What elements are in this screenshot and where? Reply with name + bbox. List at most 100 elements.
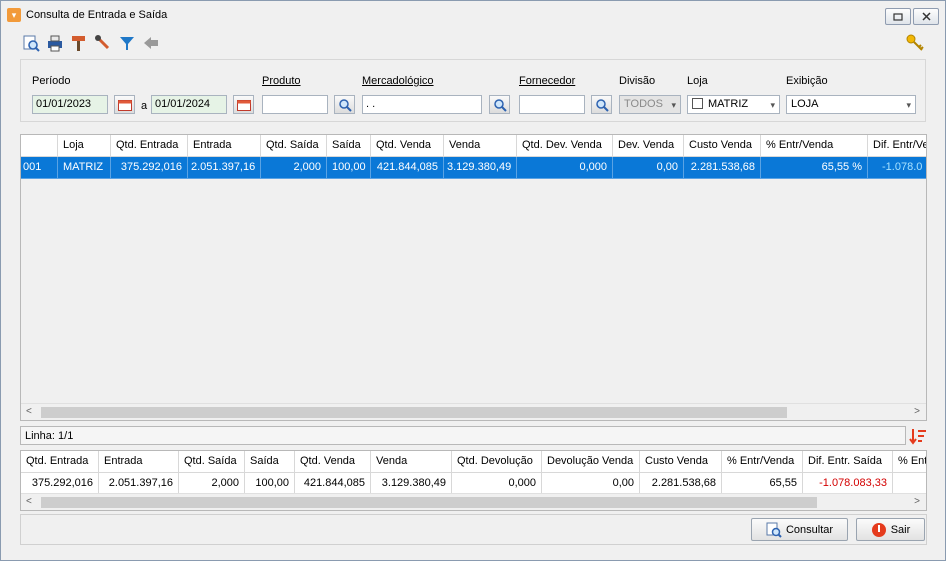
totals-grid: Qtd. Entrada Entrada Qtd. Saída Saída Qt… xyxy=(20,450,927,511)
totals-header-cell: Saída xyxy=(245,451,295,473)
zoom-search-icon[interactable] xyxy=(21,33,41,53)
divisao-value: TODOS xyxy=(624,98,663,110)
print-icon[interactable] xyxy=(45,33,65,53)
totals-cell xyxy=(893,473,926,495)
grid-cell: 3.129.380,49 xyxy=(444,157,517,179)
back-arrow-icon[interactable] xyxy=(141,33,161,53)
grid-cell: 001 xyxy=(21,157,58,179)
totals-horizontal-scrollbar[interactable]: < > xyxy=(21,493,926,510)
totals-header-cell: Qtd. Saída xyxy=(179,451,245,473)
produto-label[interactable]: Produto xyxy=(262,75,301,87)
totals-values-row: 375.292,016 2.051.397,16 2,000 100,00 42… xyxy=(21,473,926,495)
totals-header-cell: Venda xyxy=(371,451,452,473)
grid-header-cell[interactable]: Saída xyxy=(327,135,371,157)
sair-label: Sair xyxy=(890,523,911,536)
grid-cell: 0,000 xyxy=(517,157,613,179)
calendar-to-button[interactable] xyxy=(233,95,254,114)
grid-header-cell[interactable]: Qtd. Dev. Venda xyxy=(517,135,613,157)
grid-cell: 421.844,085 xyxy=(371,157,444,179)
loja-select[interactable]: MATRIZ ▾ xyxy=(687,95,780,114)
scroll-right-icon[interactable]: > xyxy=(914,406,920,417)
date-to-input[interactable]: 01/01/2024 xyxy=(151,95,227,114)
hammer-icon[interactable] xyxy=(69,33,89,53)
close-button[interactable] xyxy=(913,8,939,25)
exibicao-select[interactable]: LOJA ▾ xyxy=(786,95,916,114)
title-bar: ▾ Consulta de Entrada e Saída xyxy=(1,1,945,29)
totals-cell: 0,000 xyxy=(452,473,542,495)
key-icon[interactable] xyxy=(905,33,925,53)
totals-cell: 375.292,016 xyxy=(21,473,99,495)
chevron-down-icon: ▾ xyxy=(770,100,775,110)
calendar-from-button[interactable] xyxy=(114,95,135,114)
search-icon xyxy=(338,98,352,112)
totals-cell: 65,55 xyxy=(722,473,803,495)
filter-icon[interactable] xyxy=(117,33,137,53)
totals-cell: -1.078.083,33 xyxy=(803,473,893,495)
grid-header-cell[interactable]: Qtd. Entrada xyxy=(111,135,188,157)
consultar-button[interactable]: Consultar xyxy=(751,518,848,541)
grid-header-cell[interactable]: Custo Venda xyxy=(684,135,761,157)
scroll-left-icon[interactable]: < xyxy=(26,406,32,417)
exibicao-value: LOJA xyxy=(791,98,819,110)
app-menu-icon[interactable]: ▾ xyxy=(7,8,21,22)
results-grid[interactable]: Loja Qtd. Entrada Entrada Qtd. Saída Saí… xyxy=(20,134,927,421)
divisao-label: Divisão xyxy=(619,75,656,87)
sair-button[interactable]: Sair xyxy=(856,518,925,541)
totals-cell: 2,000 xyxy=(179,473,245,495)
scroll-left-icon[interactable]: < xyxy=(26,496,32,507)
sort-descending-icon[interactable] xyxy=(909,427,927,445)
totals-header-cell: Qtd. Devolução xyxy=(452,451,542,473)
produto-input[interactable] xyxy=(262,95,328,114)
horizontal-scrollbar[interactable]: < > xyxy=(21,403,926,420)
grid-header-cell[interactable]: Qtd. Saída xyxy=(261,135,327,157)
wrench-icon[interactable] xyxy=(93,33,113,53)
grid-header-cell[interactable]: Dif. Entr/Ve xyxy=(868,135,926,157)
chevron-down-icon: ▾ xyxy=(906,100,911,110)
totals-cell: 0,00 xyxy=(542,473,640,495)
zoom-search-icon xyxy=(766,522,782,538)
scrollbar-thumb[interactable] xyxy=(41,407,787,418)
grid-header-cell[interactable]: Entrada xyxy=(188,135,261,157)
grid-header-cell[interactable]: Venda xyxy=(444,135,517,157)
scrollbar-thumb[interactable] xyxy=(41,497,817,508)
grid-header-cell[interactable]: Dev. Venda xyxy=(613,135,684,157)
grid-header-cell[interactable]: % Entr/Venda xyxy=(761,135,868,157)
action-bar: Consultar Sair xyxy=(20,514,927,545)
grid-cell: 65,55 % xyxy=(761,157,868,179)
power-icon xyxy=(871,522,886,537)
grid-cell: MATRIZ xyxy=(58,157,111,179)
loja-label: Loja xyxy=(687,75,708,87)
grid-header-cell xyxy=(21,135,58,157)
date-separator: a xyxy=(141,100,148,112)
produto-search-button[interactable] xyxy=(334,95,355,114)
mercadologico-search-button[interactable] xyxy=(489,95,510,114)
table-row[interactable]: 001 MATRIZ 375.292,016 2.051.397,16 2,00… xyxy=(21,157,926,179)
totals-header-row: Qtd. Entrada Entrada Qtd. Saída Saída Qt… xyxy=(21,451,926,473)
loja-value: MATRIZ xyxy=(708,98,749,110)
search-icon xyxy=(493,98,507,112)
scroll-right-icon[interactable]: > xyxy=(914,496,920,507)
mercadologico-input[interactable]: . . xyxy=(362,95,482,114)
grid-cell: 2.051.397,16 xyxy=(188,157,261,179)
totals-cell: 2.281.538,68 xyxy=(640,473,722,495)
fornecedor-label[interactable]: Fornecedor xyxy=(519,75,575,87)
loja-checkbox[interactable] xyxy=(692,98,703,109)
grid-header-cell[interactable]: Qtd. Venda xyxy=(371,135,444,157)
grid-header-row: Loja Qtd. Entrada Entrada Qtd. Saída Saí… xyxy=(21,135,926,157)
totals-cell: 2.051.397,16 xyxy=(99,473,179,495)
calendar-icon xyxy=(236,99,251,111)
grid-header-cell[interactable]: Loja xyxy=(58,135,111,157)
status-bar: Linha: 1/1 xyxy=(20,426,906,445)
divisao-select: TODOS ▾ xyxy=(619,95,681,114)
main-window: ▾ Consulta de Entrada e Saída Período 01… xyxy=(0,0,946,561)
mercadologico-label[interactable]: Mercadológico xyxy=(362,75,434,87)
chevron-down-icon: ▾ xyxy=(671,100,676,110)
restore-button[interactable] xyxy=(885,8,911,25)
fornecedor-input[interactable] xyxy=(519,95,585,114)
date-from-input[interactable]: 01/01/2023 xyxy=(32,95,108,114)
totals-header-cell: Devolução Venda xyxy=(542,451,640,473)
fornecedor-search-button[interactable] xyxy=(591,95,612,114)
totals-header-cell: Qtd. Entrada xyxy=(21,451,99,473)
restore-icon xyxy=(893,12,903,21)
totals-cell: 100,00 xyxy=(245,473,295,495)
